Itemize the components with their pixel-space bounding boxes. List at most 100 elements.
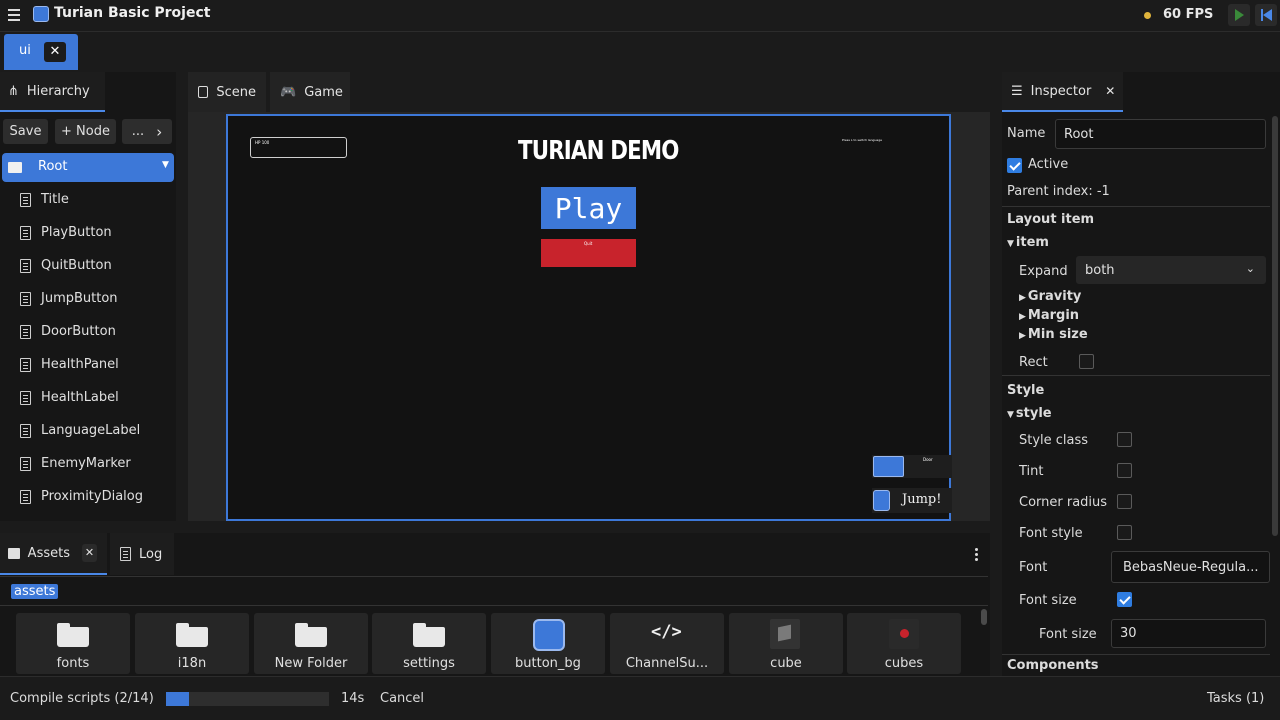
- log-tab-label: Log: [139, 546, 163, 562]
- expand-select[interactable]: both ⌄: [1076, 256, 1266, 284]
- triangle-down-icon: ▼: [1007, 410, 1014, 420]
- hierarchy-item[interactable]: HealthPanel: [0, 348, 175, 381]
- rect-checkbox[interactable]: [1079, 354, 1094, 369]
- skip-back-icon[interactable]: [1255, 4, 1277, 26]
- tab-ui[interactable]: ui ✕: [4, 34, 78, 70]
- tab-hierarchy[interactable]: ⋔ Hierarchy: [0, 72, 105, 112]
- expand-select-value: both: [1085, 262, 1115, 278]
- hierarchy-item[interactable]: JumpButton: [0, 282, 175, 315]
- hierarchy-item[interactable]: QuitButton: [0, 249, 175, 282]
- assets-scrollbar[interactable]: [981, 609, 987, 625]
- corner-radius-checkbox[interactable]: [1117, 494, 1132, 509]
- close-icon[interactable]: ✕: [44, 42, 66, 62]
- door-button[interactable]: Door: [872, 455, 952, 478]
- tint-checkbox[interactable]: [1117, 463, 1132, 478]
- asset-name: New Folder: [274, 656, 348, 671]
- inspector-scrollbar[interactable]: [1272, 116, 1278, 536]
- rect-label: Rect: [1019, 355, 1048, 370]
- kebab-menu-icon[interactable]: [975, 548, 979, 561]
- asset-folder[interactable]: New Folder: [254, 613, 368, 674]
- hierarchy-item[interactable]: DoorButton: [0, 315, 175, 348]
- tab-inspector[interactable]: ☰ Inspector ✕: [1002, 72, 1123, 112]
- parent-index: Parent index: -1: [1007, 184, 1110, 199]
- cube-thumbnail: [770, 619, 800, 649]
- hierarchy-item[interactable]: EnemyMarker: [0, 447, 175, 480]
- health-label: HP 100: [255, 140, 270, 145]
- asset-folder[interactable]: i18n: [135, 613, 249, 674]
- hierarchy-item-label: PlayButton: [41, 225, 112, 240]
- document-icon: [20, 357, 31, 372]
- font-field[interactable]: BebasNeue-Regula...: [1111, 551, 1270, 583]
- tasks-button[interactable]: Tasks (1): [1207, 691, 1264, 706]
- title-label: TURIAN DEMO: [518, 136, 679, 166]
- hierarchy-item-label: ProximityDialog: [41, 489, 144, 504]
- caret-down-icon[interactable]: ▼: [162, 160, 169, 170]
- chevron-down-icon: ⌄: [1245, 262, 1255, 275]
- hierarchy-item[interactable]: HealthLabel: [0, 381, 175, 414]
- document-icon: [20, 291, 31, 306]
- tab-assets[interactable]: Assets ✕: [0, 533, 107, 575]
- document-icon: [20, 258, 31, 273]
- font-size-field[interactable]: 30: [1111, 619, 1266, 648]
- tab-scene[interactable]: Scene: [188, 72, 266, 112]
- asset-texture[interactable]: button_bg: [491, 613, 605, 674]
- play-button[interactable]: Play: [541, 187, 636, 229]
- hierarchy-item[interactable]: Title: [0, 183, 175, 216]
- folder-icon: [57, 623, 89, 647]
- app-title: Turian Basic Project: [54, 5, 211, 21]
- min-size-collapsible[interactable]: ▶ Min size: [1019, 327, 1088, 342]
- asset-path-breadcrumb[interactable]: assets: [11, 584, 59, 599]
- hierarchy-item[interactable]: LanguageLabel: [0, 414, 175, 447]
- active-checkbox[interactable]: [1007, 158, 1022, 173]
- tab-game[interactable]: 🎮 Game: [270, 72, 350, 112]
- margin-collapsible[interactable]: ▶ Margin: [1019, 308, 1079, 323]
- asset-scene[interactable]: cubes: [847, 613, 961, 674]
- game-canvas[interactable]: HP 100 TURIAN DEMO Press L to switch lan…: [226, 114, 952, 521]
- jump-button[interactable]: Jump!: [872, 488, 952, 513]
- name-field[interactable]: Root: [1055, 119, 1266, 149]
- close-icon[interactable]: ✕: [1105, 84, 1115, 98]
- hierarchy-tab-label: Hierarchy: [26, 83, 90, 99]
- quit-button[interactable]: Quit: [541, 239, 636, 267]
- style-header: Style: [1007, 383, 1045, 398]
- more-button[interactable]: ... ›: [122, 119, 172, 144]
- tint-label: Tint: [1019, 464, 1044, 479]
- asset-script[interactable]: </> ChannelSu...: [610, 613, 724, 674]
- hierarchy-item[interactable]: PlayButton: [0, 216, 175, 249]
- tab-ui-label: ui: [19, 43, 31, 58]
- item-collapsible[interactable]: ▼ item: [1007, 235, 1049, 250]
- font-style-checkbox[interactable]: [1117, 525, 1132, 540]
- tab-log[interactable]: Log: [110, 533, 174, 575]
- cancel-button[interactable]: Cancel: [380, 691, 424, 706]
- triangle-right-icon: ▶: [1019, 293, 1026, 303]
- hierarchy-panel: ⋔ Hierarchy Save + Node ... › Root ▼ Tit…: [0, 72, 176, 521]
- play-button-label: Play: [554, 191, 623, 225]
- chevron-right-icon: ›: [156, 122, 163, 141]
- active-label: Active: [1028, 157, 1069, 172]
- asset-name: fonts: [56, 656, 90, 671]
- asset-name: settings: [403, 656, 455, 671]
- font-size-checkbox[interactable]: [1117, 592, 1132, 607]
- asset-folder[interactable]: settings: [372, 613, 486, 674]
- progress-fill: [166, 692, 189, 706]
- hierarchy-item[interactable]: ProximityDialog: [0, 480, 175, 513]
- menu-icon[interactable]: [8, 9, 20, 21]
- button-bg-thumbnail: [533, 619, 565, 651]
- inspector-tab-label: Inspector: [1030, 83, 1092, 99]
- quit-button-label: Quit: [584, 241, 593, 246]
- image-icon: [198, 86, 209, 98]
- play-icon[interactable]: [1228, 4, 1250, 26]
- gravity-collapsible[interactable]: ▶ Gravity: [1019, 289, 1081, 304]
- folder-icon: [295, 623, 327, 647]
- asset-model[interactable]: cube: [729, 613, 843, 674]
- font-size-label: Font size: [1039, 627, 1097, 642]
- document-icon: [20, 456, 31, 471]
- save-button[interactable]: Save: [3, 119, 48, 144]
- hierarchy-root-item[interactable]: Root ▼: [2, 153, 174, 182]
- asset-name: cubes: [884, 656, 924, 671]
- close-icon[interactable]: ✕: [81, 544, 97, 562]
- add-node-button[interactable]: + Node: [55, 119, 116, 144]
- asset-folder[interactable]: fonts: [16, 613, 130, 674]
- style-class-checkbox[interactable]: [1117, 432, 1132, 447]
- style-collapsible[interactable]: ▼ style: [1007, 406, 1052, 421]
